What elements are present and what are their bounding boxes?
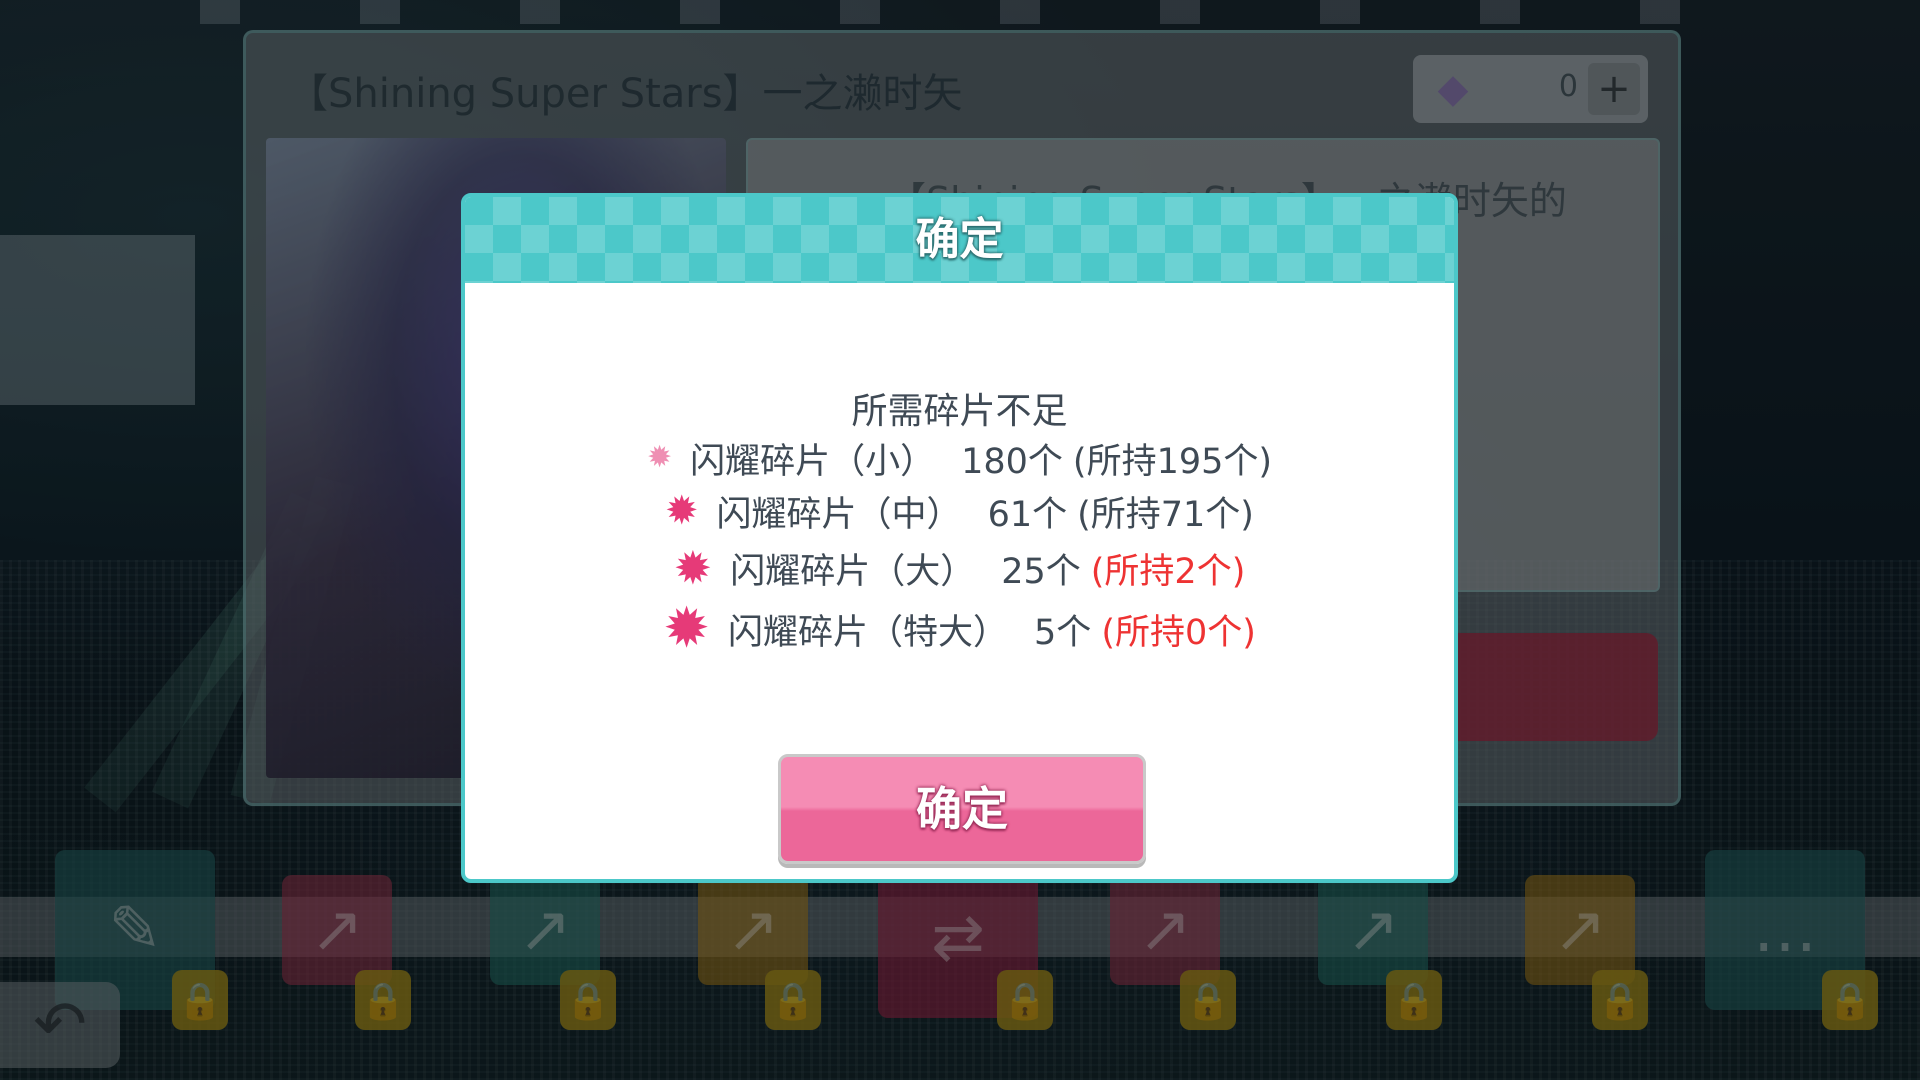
fragment-row-xl: ✹ 闪耀碎片（特大） 5个 (所持0个) — [465, 599, 1454, 659]
fragment-held-shortage: (所持0个) — [1101, 612, 1256, 653]
dialog-title: 确定 — [915, 214, 1004, 265]
fragment-held-shortage: (所持2个) — [1090, 551, 1246, 592]
fragment-held: (所持71个) — [1077, 494, 1254, 535]
fragment-name: 闪耀碎片（中） — [716, 494, 962, 535]
fragment-required: 180个 — [961, 441, 1063, 482]
fragment-name: 闪耀碎片（大） — [730, 551, 976, 592]
fragment-required: 25个 — [1001, 551, 1081, 592]
fragment-name: 闪耀碎片（小） — [690, 441, 936, 482]
confirm-button[interactable]: 确定 — [778, 754, 1146, 864]
shine-fragment-small-icon: ✹ — [646, 440, 673, 475]
confirm-dialog: 确定 所需碎片不足 ✹ 闪耀碎片（小） 180个 (所持195个) ✹ 闪耀碎片… — [461, 193, 1458, 883]
fragment-held: (所持195个) — [1072, 441, 1273, 482]
fragment-row-medium: ✹ 闪耀碎片（中） 61个 (所持71个) — [465, 481, 1454, 541]
shine-fragment-medium-icon: ✹ — [665, 488, 699, 534]
fragment-row-large: ✹ 闪耀碎片（大） 25个 (所持2个) — [465, 538, 1454, 598]
fragment-required: 5个 — [1034, 612, 1092, 653]
shine-fragment-large-icon: ✹ — [673, 541, 713, 595]
fragment-name: 闪耀碎片（特大） — [728, 612, 1009, 653]
fragment-required: 61个 — [987, 494, 1068, 535]
insufficient-fragments-message: 所需碎片不足 — [851, 391, 1068, 432]
shine-fragment-xl-icon: ✹ — [663, 596, 711, 661]
fragment-row-small: ✹ 闪耀碎片（小） 180个 (所持195个) — [465, 428, 1454, 488]
